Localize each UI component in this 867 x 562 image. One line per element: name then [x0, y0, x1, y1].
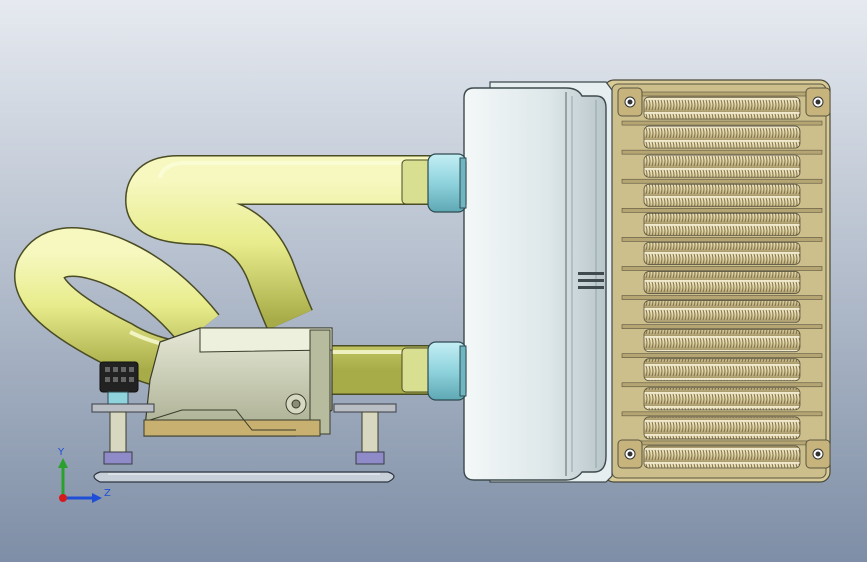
- radiator-end-tank[interactable]: [463, 81, 613, 483]
- fin-tube: [621, 237, 823, 242]
- fin-rows: [621, 91, 823, 469]
- fin-tube: [621, 353, 823, 358]
- cad-viewport[interactable]: Y Z: [0, 0, 867, 562]
- fin-row: [643, 212, 801, 236]
- upper-fitting[interactable]: [401, 153, 467, 213]
- fin-tube: [621, 411, 823, 417]
- fin-row: [643, 358, 801, 382]
- fin-row: [643, 300, 801, 324]
- y-axis-label: Y: [57, 447, 65, 458]
- fin-row: [643, 329, 801, 353]
- radiator-core[interactable]: [603, 79, 831, 483]
- tank-latch: [578, 272, 604, 289]
- mount-hole-top-right: [805, 87, 831, 117]
- fin-row: [643, 271, 801, 294]
- fin-row: [643, 183, 801, 207]
- fin-row: [643, 416, 801, 440]
- fin-row: [643, 445, 801, 469]
- fin-row: [643, 387, 801, 411]
- lower-fitting[interactable]: [401, 341, 467, 401]
- pump-block[interactable]: [143, 327, 333, 437]
- base-plate[interactable]: [93, 471, 395, 483]
- mount-hole-top-left: [617, 87, 643, 117]
- cad-scene[interactable]: Y Z: [0, 0, 867, 562]
- fin-tube: [621, 120, 823, 126]
- mount-hole-bottom-left: [617, 439, 643, 469]
- fin-tube: [621, 440, 823, 446]
- mount-hole-bottom-right: [805, 439, 831, 469]
- fin-tube: [621, 382, 823, 388]
- fin-tube: [621, 178, 823, 184]
- fin-row: [643, 154, 801, 178]
- x-axis-dot: [59, 494, 67, 502]
- z-axis-label: Z: [104, 488, 111, 499]
- fin-tube: [621, 91, 823, 97]
- fin-row: [643, 96, 801, 120]
- fin-tube: [621, 266, 823, 271]
- fin-tube: [621, 324, 823, 329]
- fin-tube: [621, 149, 823, 155]
- fin-tube: [621, 208, 823, 213]
- fin-row: [643, 125, 801, 149]
- fin-row: [643, 241, 801, 265]
- fin-tube: [621, 295, 823, 300]
